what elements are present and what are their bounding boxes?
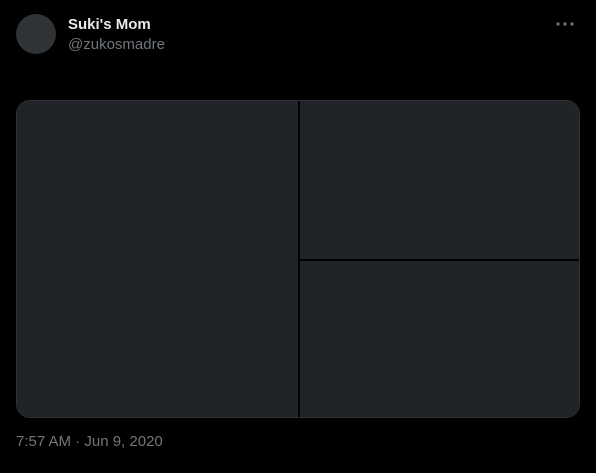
author-handle[interactable]: @zukosmadre <box>68 35 165 55</box>
media-grid <box>16 100 580 418</box>
author-names: Suki's Mom @zukosmadre <box>68 15 165 55</box>
more-horizontal-icon <box>556 22 574 26</box>
photo-placeholder[interactable] <box>300 261 579 417</box>
tweet-timestamp[interactable]: 7:57 AM · Jun 9, 2020 <box>16 433 580 450</box>
tweet-header: Suki's Mom @zukosmadre <box>16 12 580 60</box>
author-display-name[interactable]: Suki's Mom <box>68 15 165 35</box>
photo-placeholder[interactable] <box>300 101 579 259</box>
tweet-card: Suki's Mom @zukosmadre 7:57 AM · Jun 9, … <box>0 0 596 473</box>
photo-placeholder[interactable] <box>17 101 298 417</box>
tweet-text-omitted <box>16 60 580 100</box>
avatar[interactable] <box>16 14 56 54</box>
more-options-button[interactable] <box>550 14 580 34</box>
